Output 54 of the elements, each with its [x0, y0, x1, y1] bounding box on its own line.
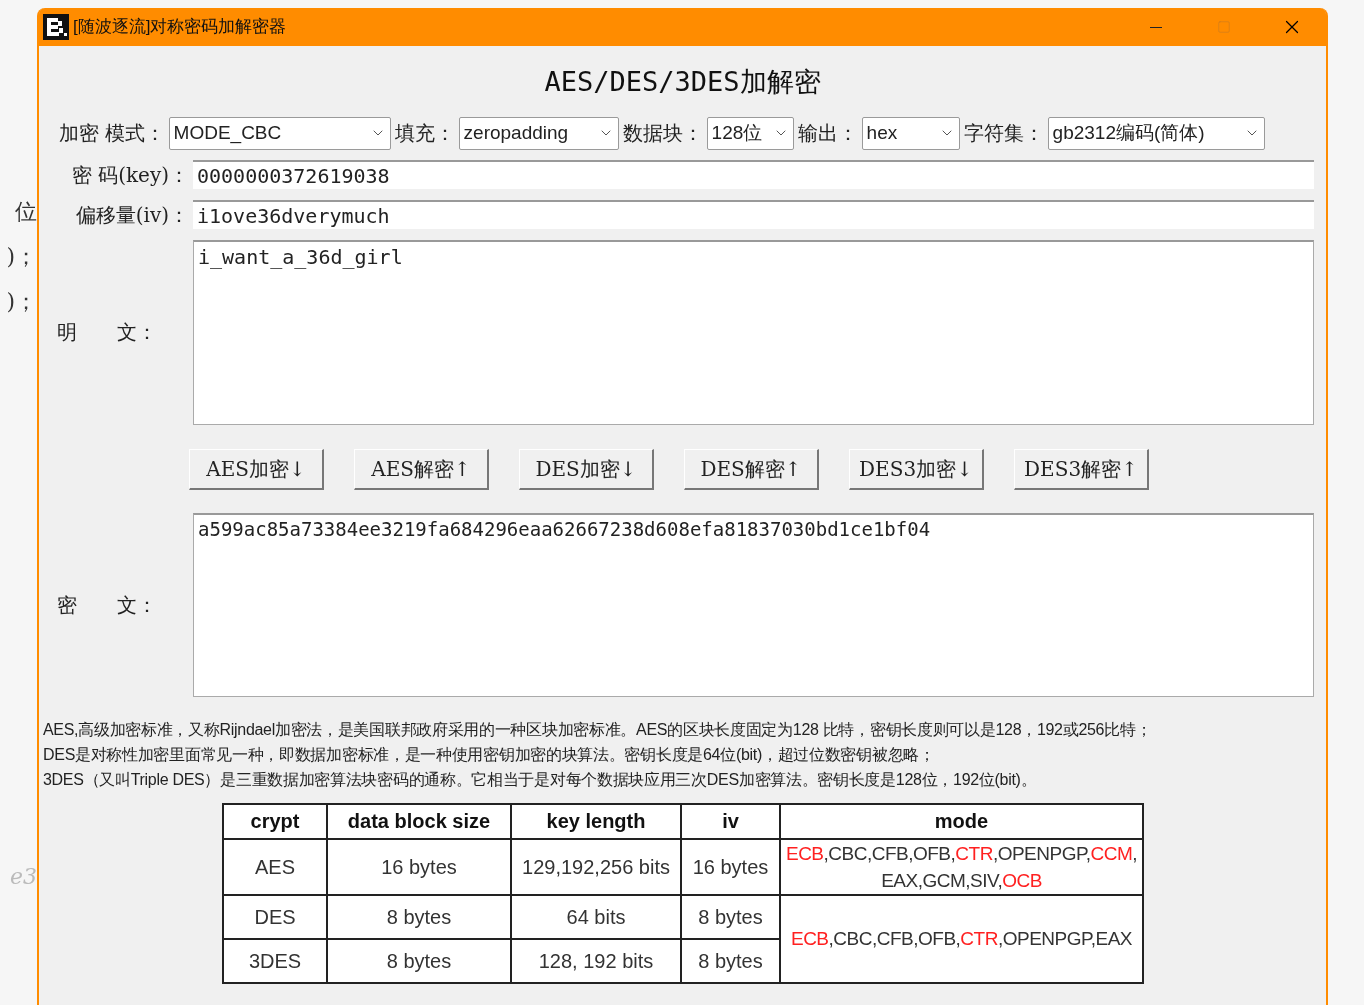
- table-cell: 8 bytes: [681, 894, 780, 939]
- field-label: 密 码(key)：: [70, 161, 190, 189]
- table-cell: 129,192,256 bits: [511, 838, 681, 895]
- table-cell: ECB,CBC,CFB,OFB,CTR,OPENPGP,EAX: [780, 894, 1143, 983]
- table-cell: 8 bytes: [327, 894, 511, 939]
- table-header: mode: [780, 803, 1143, 839]
- dropdown[interactable]: 128位: [706, 116, 794, 150]
- table-header: iv: [681, 803, 780, 839]
- table-cell: DES: [223, 894, 327, 939]
- field-label: 偏移量(iv)：: [74, 201, 190, 229]
- text-field[interactable]: 0000000372619038: [193, 160, 1314, 189]
- maximize-icon: [1217, 20, 1231, 34]
- background-text: )；: [6, 288, 37, 316]
- action-button[interactable]: DES解密↑: [684, 448, 819, 490]
- field-label: 输出：: [796, 121, 859, 146]
- dropdown[interactable]: hex: [861, 116, 960, 150]
- background-text: )；: [6, 243, 37, 271]
- action-button[interactable]: DES3加密↓: [849, 448, 984, 490]
- table-cell: 16 bytes: [327, 838, 511, 895]
- table-cell: AES: [223, 838, 327, 895]
- table-cell: 64 bits: [511, 894, 681, 939]
- text-field[interactable]: i1ove36dverymuch: [193, 200, 1314, 229]
- field-label: 明 文：: [56, 320, 158, 345]
- table-cell: 128, 192 bits: [511, 938, 681, 983]
- dropdown[interactable]: MODE_CBC: [168, 116, 391, 150]
- table-header: crypt: [223, 803, 327, 839]
- table-cell: ECB,CBC,CFB,OFB,CTR,OPENPGP,CCM,EAX,GCM,SIV,OCB: [780, 838, 1143, 895]
- ciphertext-area[interactable]: a599ac85a73384ee3219fa684296eaa62667238d608efa81837030bd1ce1bf04: [193, 512, 1314, 697]
- background-text: e3: [9, 863, 37, 891]
- dropdown[interactable]: gb2312编码(简体): [1047, 116, 1265, 150]
- plaintext-area[interactable]: i_want_a_36d_girl: [193, 239, 1314, 425]
- page-heading: AES/DES/3DES加解密: [544, 65, 821, 99]
- field-label: 密 文：: [56, 592, 158, 618]
- minimize-icon: [1150, 26, 1162, 28]
- table-header: data block size: [327, 803, 511, 839]
- action-button[interactable]: AES加密↓: [189, 448, 324, 490]
- field-label: 加密 模式：: [58, 121, 166, 146]
- action-button[interactable]: DES加密↓: [519, 448, 654, 490]
- field-label: 填充：: [393, 121, 456, 146]
- table-header: key length: [511, 803, 681, 839]
- action-button[interactable]: DES3解密↑: [1014, 448, 1149, 490]
- table-cell: 16 bytes: [681, 838, 780, 895]
- description-text: 3DES（又叫Triple DES）是三重数据加密算法块密码的通称。它相当于是对每个数据块应用三次DES加密算法。密钥长度是128位，192位(bit)。: [43, 769, 1038, 790]
- description-text: DES是对称性加密里面常见一种，即数据加密标准，是一种使用密钥加密的块算法。密钥长度是64位(bit)，超过位数密钥被忽略；: [43, 744, 936, 765]
- table-cell: 8 bytes: [327, 938, 511, 983]
- description-text: AES,高级加密标准，又称Rijndael加密法，是美国联邦政府采用的一种区块加密标准。AES的区块长度固定为128 比特，密钥长度则可以是128，192或256比特；: [43, 719, 1153, 740]
- app-logo-icon: [43, 14, 69, 40]
- field-label: 数据块：: [621, 121, 704, 146]
- field-label: 字符集：: [962, 121, 1045, 146]
- dropdown[interactable]: zeropadding: [458, 116, 619, 150]
- window-title: [随波逐流]对称密码加解密器: [73, 16, 287, 39]
- action-button[interactable]: AES解密↑: [354, 448, 489, 490]
- background-text: 位: [15, 198, 37, 226]
- table-cell: 3DES: [223, 938, 327, 983]
